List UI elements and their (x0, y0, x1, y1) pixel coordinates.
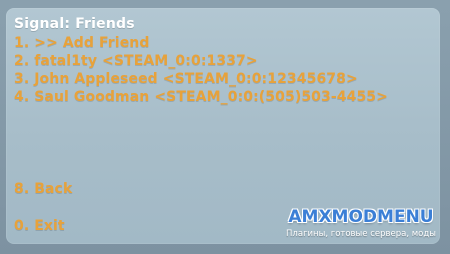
menu-item-friend-john-appleseed[interactable]: 3. John Appleseed <STEAM_0:0:12345678> (14, 71, 358, 87)
menu-title: Signal: Friends (14, 16, 135, 32)
menu-item-add-friend[interactable]: 1. >> Add Friend (14, 35, 149, 51)
menu-item-back[interactable]: 8. Back (14, 181, 72, 197)
menu-item-friend-saul-goodman[interactable]: 4. Saul Goodman <STEAM_0:0:(505)503-4455… (14, 89, 388, 105)
menu-item-exit[interactable]: 0. Exit (14, 218, 65, 234)
menu-item-friend-fatal1ty[interactable]: 2. fatal1ty <STEAM_0:0:1337> (14, 53, 258, 69)
watermark-tagline: Плагины, готовые сервера, моды (286, 229, 436, 239)
watermark: AMXMODMENU Плагины, готовые сервера, мод… (286, 207, 436, 239)
watermark-logo: AMXMODMENU (288, 207, 434, 227)
